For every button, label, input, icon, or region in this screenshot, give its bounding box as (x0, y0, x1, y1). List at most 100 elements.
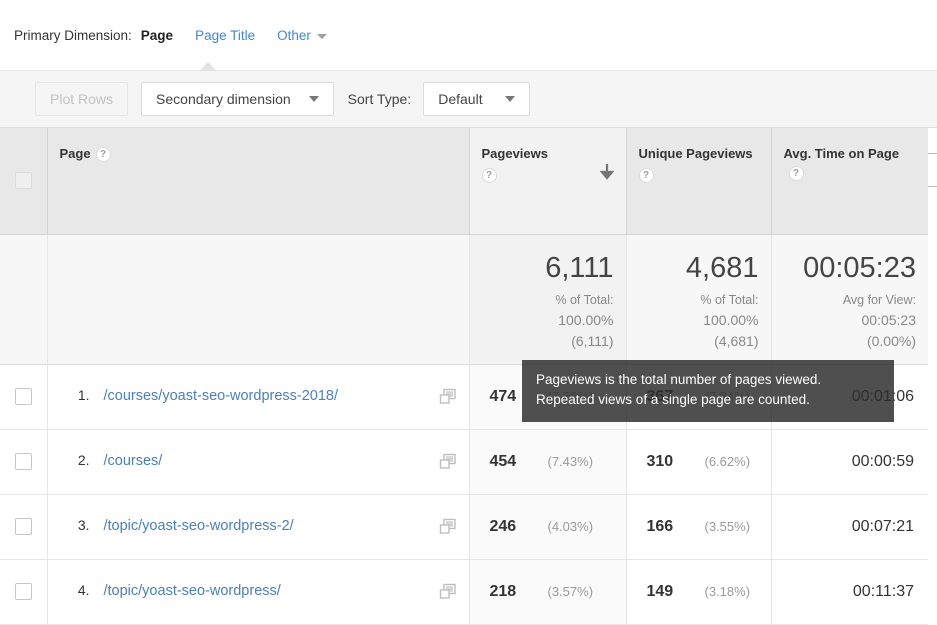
column-header-avg-time-on-page-label: Avg. Time on Page (783, 146, 900, 161)
sort-descending-icon[interactable] (599, 164, 614, 182)
sort-type-label: Sort Type: (347, 91, 412, 107)
row-pageviews-pct: (7.76%) (547, 388, 594, 404)
row-pageviews-pct: (3.57%) (547, 583, 594, 599)
plot-rows-button[interactable]: Plot Rows (35, 82, 129, 116)
summary-unique-pageviews-label: % of Total: (700, 292, 759, 307)
primary-dimension-pointer (199, 62, 217, 71)
row-pageviews-pct: (4.03%) (547, 518, 594, 534)
summary-pageviews-label: % of Total: (555, 292, 614, 307)
help-icon[interactable]: ? (95, 147, 111, 162)
sort-type-value: Default (438, 91, 483, 107)
row-page-cell: 2. /courses/ (47, 429, 470, 495)
summary-avg-time-value: 00:05:23 (803, 251, 916, 284)
row-index: 2. (77, 452, 90, 468)
table-header-row: Page? Pageviews ? Unique Pageviews ? Avg… (0, 128, 928, 235)
row-pageviews-cell: 454 (7.43%) (469, 429, 627, 495)
primary-dimension-bar: Primary Dimension: Page Page Title Other (0, 0, 937, 71)
row-pageviews-cell: 474 (7.76%) (469, 364, 627, 430)
table-row: 1. /courses/yoast-seo-wordpress-2018/ 47… (0, 364, 928, 430)
chevron-down-icon (308, 96, 319, 102)
column-header-unique-pageviews[interactable]: Unique Pageviews ? (626, 128, 772, 235)
column-header-pageviews[interactable]: Pageviews ? (469, 128, 627, 235)
column-header-avg-time-on-page[interactable]: Avg. Time on Page? (771, 128, 928, 235)
primary-dimension-option-page-title[interactable]: Page Title (195, 28, 255, 43)
secondary-dimension-label: Secondary dimension (156, 91, 291, 107)
table-row: 3. /topic/yoast-seo-wordpress-2/ 246 (4.0… (0, 494, 928, 560)
page-link[interactable]: /topic/yoast-seo-wordpress-2/ (104, 515, 433, 538)
table-toolbar: Plot Rows Secondary dimension Sort Type:… (0, 70, 937, 187)
summary-page-cell (47, 234, 470, 365)
row-pageviews-value: 246 (489, 517, 517, 535)
column-header-page-label: Page (59, 146, 91, 161)
page-link[interactable]: /courses/ (104, 450, 433, 473)
chevron-down-icon (316, 33, 327, 39)
row-unique-pageviews-cell: 310 (6.62%) (626, 429, 772, 495)
row-index: 3. (77, 517, 90, 533)
row-unique-pageviews-pct: (6.62%) (704, 453, 751, 469)
row-index: 4. (77, 582, 90, 598)
summary-row: 6,111 % of Total: 100.00% (6,111) 4,681 … (0, 234, 928, 365)
row-pageviews-cell: 246 (4.03%) (469, 494, 627, 560)
row-checkbox[interactable] (14, 453, 32, 470)
help-icon[interactable]: ? (788, 166, 804, 181)
row-unique-pageviews-cell: 367 (7.84%) (626, 364, 772, 430)
open-in-new-window-icon[interactable] (439, 583, 457, 601)
primary-dimension-other-label: Other (277, 27, 311, 43)
summary-pageviews-paren: (6,111) (571, 332, 614, 349)
primary-dimension-label: Primary Dimension: (14, 27, 132, 43)
row-checkbox[interactable] (14, 518, 32, 535)
page-link[interactable]: /topic/yoast-seo-wordpress/ (104, 580, 433, 603)
primary-dimension-other[interactable]: Other (277, 28, 327, 43)
summary-unique-pageviews-pct: 100.00% (703, 311, 759, 328)
row-avg-time-cell: 00:11:37 (771, 559, 928, 625)
row-page-cell: 3. /topic/yoast-seo-wordpress-2/ (47, 494, 470, 560)
row-page-cell: 1. /courses/yoast-seo-wordpress-2018/ (47, 364, 470, 430)
open-in-new-window-icon[interactable] (439, 388, 457, 406)
row-page-cell: 4. /topic/yoast-seo-wordpress/ (47, 559, 470, 625)
table-head: Page? Pageviews ? Unique Pageviews ? Avg… (0, 128, 928, 235)
secondary-dimension-dropdown[interactable]: Secondary dimension (141, 82, 334, 116)
chevron-down-icon (504, 96, 515, 102)
open-in-new-window-icon[interactable] (439, 518, 457, 536)
table-row: 2. /courses/ 454 (7.43%) 310 (6.62%) 00:00… (0, 429, 928, 495)
summary-unique-pageviews-cell: 4,681 % of Total: 100.00% (4,681) (626, 234, 772, 365)
summary-pageviews-value: 6,111 (545, 251, 614, 284)
column-header-page[interactable]: Page? (47, 128, 470, 235)
row-avg-time-cell: 00:00:59 (771, 429, 928, 495)
open-in-new-window-icon[interactable] (439, 453, 457, 471)
row-unique-pageviews-cell: 149 (3.18%) (626, 559, 772, 625)
row-unique-pageviews-value: 310 (646, 452, 674, 470)
help-icon[interactable]: ? (638, 168, 654, 183)
row-checkbox[interactable] (14, 583, 32, 600)
plot-rows-label: Plot Rows (50, 91, 114, 107)
summary-avg-time-label: Avg for View: (842, 292, 916, 307)
row-checkbox-cell (0, 559, 48, 625)
row-pageviews-pct: (7.43%) (547, 453, 594, 469)
row-index: 1. (77, 387, 90, 403)
help-icon[interactable]: ? (481, 168, 497, 183)
sort-type-dropdown[interactable]: Default (423, 82, 530, 116)
summary-checkbox-cell (0, 234, 48, 365)
summary-avg-time-pct: 00:05:23 (861, 311, 917, 328)
select-all-checkbox[interactable] (14, 171, 32, 189)
report-table: Page? Pageviews ? Unique Pageviews ? Avg… (0, 128, 928, 625)
column-header-unique-pageviews-label: Unique Pageviews (638, 146, 753, 161)
row-unique-pageviews-value: 166 (646, 517, 674, 535)
summary-avg-time-cell: 00:05:23 Avg for View: 00:05:23 (0.00%) (771, 234, 928, 365)
report-table-container: Page? Pageviews ? Unique Pageviews ? Avg… (0, 127, 937, 625)
row-pageviews-value: 218 (489, 582, 517, 600)
row-checkbox-cell (0, 364, 48, 430)
row-pageviews-value: 474 (489, 387, 517, 405)
row-checkbox-cell (0, 429, 48, 495)
page-link[interactable]: /courses/yoast-seo-wordpress-2018/ (104, 385, 433, 408)
row-pageviews-value: 454 (489, 452, 517, 470)
summary-unique-pageviews-paren: (4,681) (714, 332, 759, 349)
column-header-pageviews-label: Pageviews (481, 146, 549, 161)
row-avg-time-cell: 00:07:21 (771, 494, 928, 560)
row-unique-pageviews-value: 367 (646, 387, 674, 405)
row-checkbox[interactable] (14, 388, 32, 405)
row-avg-time-cell: 00:01:06 (771, 364, 928, 430)
row-unique-pageviews-pct: (3.55%) (704, 518, 751, 534)
row-unique-pageviews-pct: (7.84%) (704, 388, 751, 404)
primary-dimension-option-page[interactable]: Page (141, 28, 173, 43)
